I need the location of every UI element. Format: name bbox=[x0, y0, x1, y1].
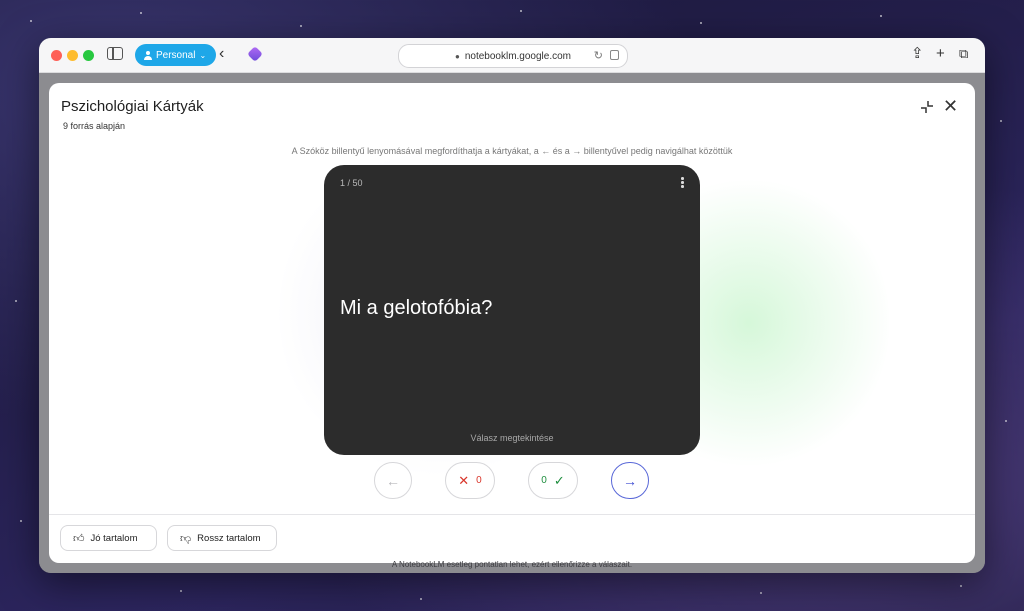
close-window-button[interactable] bbox=[51, 50, 62, 61]
bad-content-label: Rossz tartalom bbox=[197, 532, 261, 544]
bad-content-button[interactable]: 👎︎ Rossz tartalom bbox=[167, 525, 277, 551]
mark-correct-button[interactable]: 0 ✓ bbox=[528, 462, 578, 499]
reveal-answer-label[interactable]: Válasz megtekintése bbox=[324, 433, 700, 443]
browser-window: Personal ⌄ ‹ ● notebooklm.google.com ↻ ⇪… bbox=[39, 38, 985, 573]
back-arrow-icon[interactable]: ‹ bbox=[219, 46, 224, 62]
correct-count: 0 bbox=[541, 475, 547, 486]
arrow-left-icon: ← bbox=[386, 472, 400, 489]
card-counter: 1 / 50 bbox=[340, 178, 363, 188]
url-text: notebooklm.google.com bbox=[464, 50, 572, 62]
flashcards-modal: Pszichológiai Kártyák 9 forrás alapján ✕… bbox=[49, 83, 975, 563]
close-icon[interactable]: ✕ bbox=[943, 96, 958, 116]
good-content-label: Jó tartalom bbox=[90, 532, 138, 544]
previous-card-button[interactable]: ← bbox=[374, 462, 412, 499]
minimize-window-button[interactable] bbox=[67, 50, 78, 61]
thumbs-down-icon: 👎︎ bbox=[180, 532, 192, 545]
profile-button[interactable]: Personal ⌄ bbox=[135, 44, 217, 66]
chevron-down-icon: ⌄ bbox=[199, 50, 207, 60]
mark-wrong-button[interactable]: ✕ 0 bbox=[445, 462, 495, 499]
site-info-icon: ● bbox=[454, 51, 460, 61]
modal-title: Pszichológiai Kártyák bbox=[61, 98, 204, 115]
cross-icon: ✕ bbox=[458, 472, 470, 488]
disclaimer-text: A NotebookLM esetleg pontatlan lehet, ez… bbox=[391, 560, 633, 569]
flashcard[interactable]: 1 / 50 Mi a gelotofóbia? Válasz megtekin… bbox=[324, 165, 700, 455]
reader-icon[interactable] bbox=[610, 50, 619, 60]
keyboard-hint: A Szóköz billentyű lenyomásával megfordí… bbox=[291, 146, 733, 156]
person-icon bbox=[143, 50, 152, 60]
reload-icon[interactable]: ↻ bbox=[594, 49, 603, 62]
tab-overview-icon[interactable]: ⧉ bbox=[959, 45, 968, 63]
profile-label: Personal bbox=[156, 49, 196, 61]
zoom-window-button[interactable] bbox=[83, 50, 94, 61]
sidebar-toggle-icon[interactable] bbox=[107, 47, 123, 60]
next-card-button[interactable]: → bbox=[611, 462, 649, 499]
extension-icon[interactable] bbox=[247, 46, 263, 62]
good-content-button[interactable]: 👍︎ Jó tartalom bbox=[60, 525, 157, 551]
sources-count: 9 forrás alapján bbox=[63, 121, 126, 131]
collapse-icon[interactable] bbox=[919, 99, 935, 115]
footer-divider bbox=[49, 514, 975, 515]
browser-toolbar: Personal ⌄ ‹ ● notebooklm.google.com ↻ ⇪… bbox=[39, 38, 985, 73]
card-question: Mi a gelotofóbia? bbox=[340, 297, 493, 319]
arrow-right-icon: → bbox=[623, 472, 637, 489]
address-bar[interactable]: ● notebooklm.google.com ↻ bbox=[398, 44, 628, 68]
more-options-icon[interactable] bbox=[681, 177, 684, 189]
check-icon: ✓ bbox=[553, 472, 565, 488]
share-icon[interactable]: ⇪ bbox=[911, 45, 924, 63]
thumbs-up-icon: 👍︎ bbox=[73, 532, 85, 545]
new-tab-icon[interactable]: + bbox=[936, 45, 945, 63]
wrong-count: 0 bbox=[476, 475, 482, 486]
